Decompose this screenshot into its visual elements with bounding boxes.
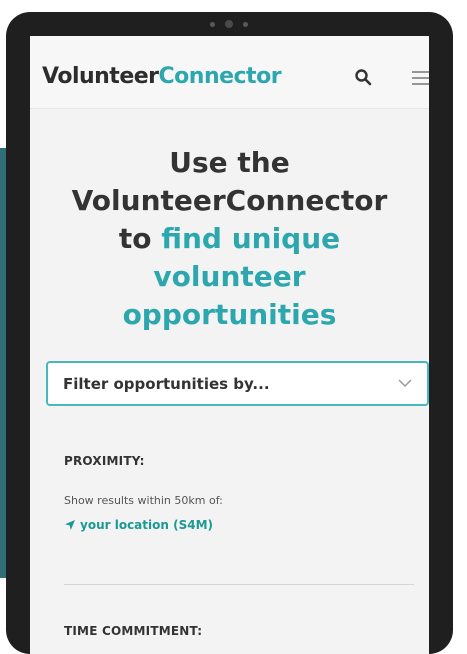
section-divider: [64, 584, 414, 585]
sensor-dot: [210, 21, 215, 27]
location-arrow-icon: [65, 520, 75, 530]
hero-line-3-prefix: to: [118, 222, 152, 255]
brand-part-2: Connector: [158, 64, 282, 89]
proximity-description: Show results within 50km of:: [64, 494, 223, 507]
location-link-label: your location (S4M): [80, 518, 213, 532]
screen: VolunteerConnector Use the VolunteerConn…: [30, 36, 429, 654]
search-icon: [355, 69, 372, 86]
location-link[interactable]: your location (S4M): [64, 518, 213, 532]
hamburger-menu-icon: [412, 71, 429, 85]
camera-icon: [225, 20, 233, 28]
chevron-down-icon: [398, 379, 412, 388]
hero-line-2: VolunteerConnector: [71, 184, 388, 217]
search-button[interactable]: [354, 68, 372, 86]
proximity-title: PROXIMITY:: [64, 454, 145, 468]
sensor-dot: [243, 21, 248, 27]
menu-button[interactable]: [411, 70, 429, 86]
filter-dropdown-label: Filter opportunities by...: [63, 375, 270, 393]
time-commitment-title: TIME COMMITMENT:: [64, 624, 203, 638]
tablet-frame: VolunteerConnector Use the VolunteerConn…: [6, 12, 453, 654]
brand-logo[interactable]: VolunteerConnector: [42, 64, 282, 89]
site-header: VolunteerConnector: [30, 36, 429, 109]
brand-part-1: Volunteer: [42, 64, 159, 89]
hero-line-3-accent: find unique: [161, 222, 341, 255]
filter-dropdown[interactable]: Filter opportunities by...: [46, 361, 429, 406]
hero-heading: Use the VolunteerConnector to find uniqu…: [30, 144, 429, 334]
hero-line-1: Use the: [169, 146, 290, 179]
hero-line-4: volunteer: [153, 260, 306, 293]
tablet-sensors: [184, 18, 274, 30]
hero-line-5: opportunities: [122, 298, 337, 331]
hero-line-3: to find unique: [30, 220, 429, 258]
